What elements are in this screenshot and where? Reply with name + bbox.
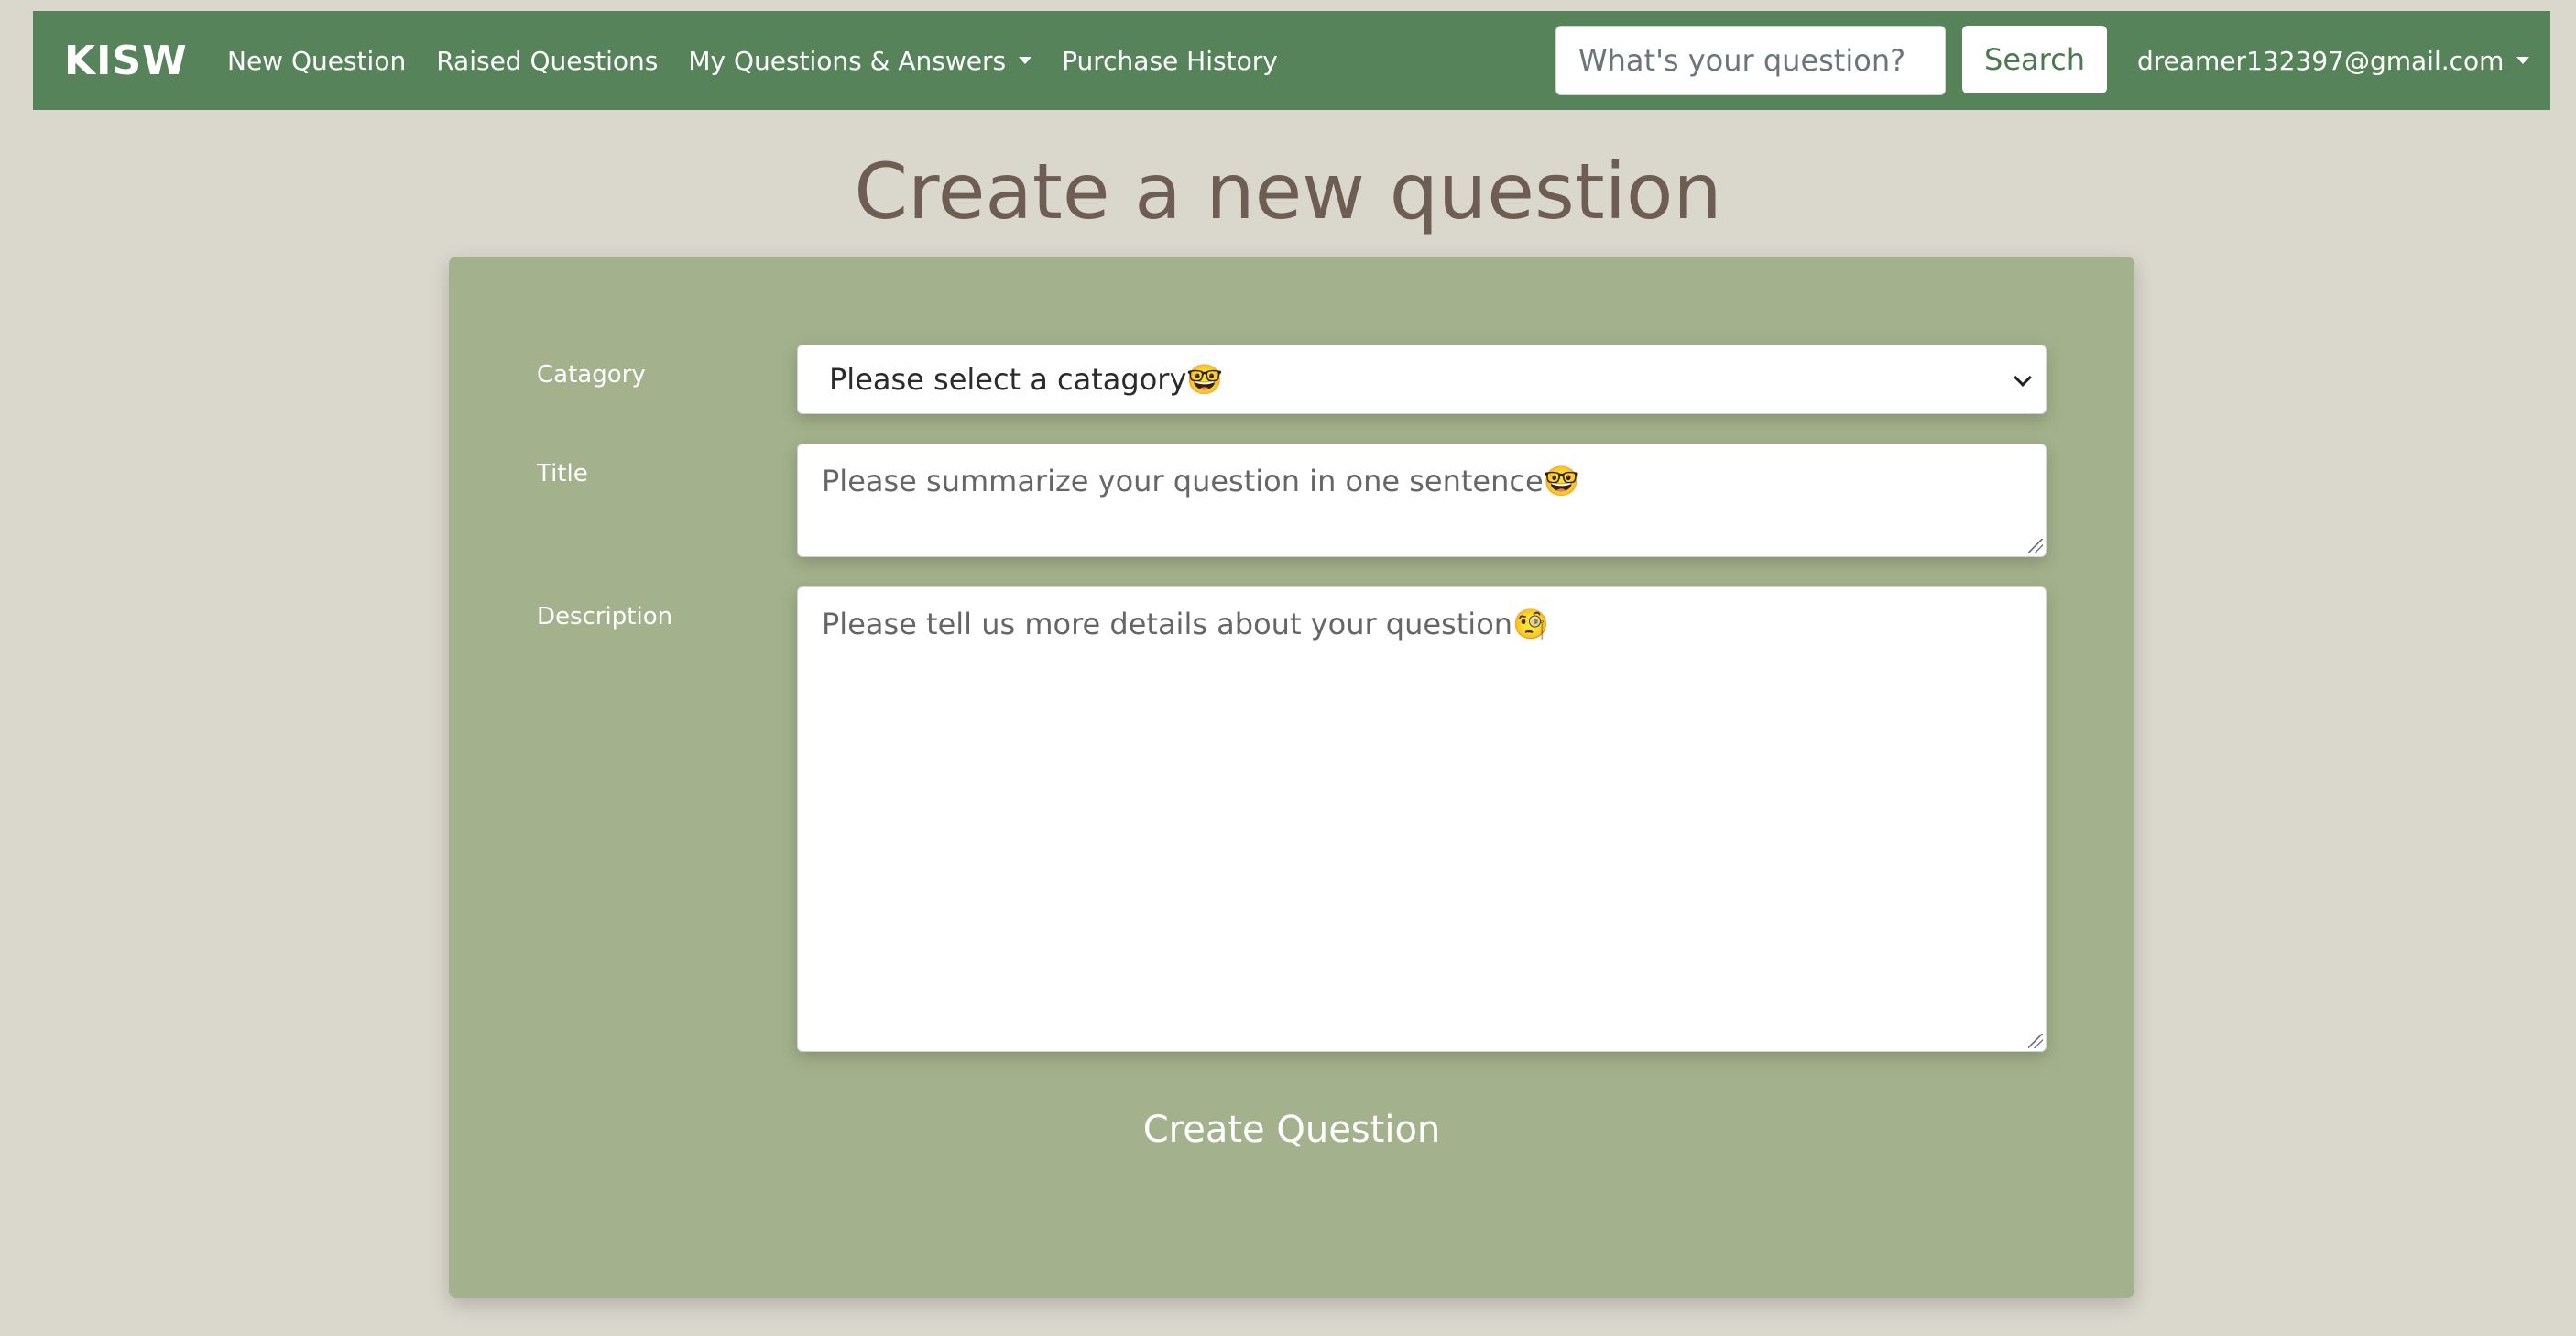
nav-link-raised-questions[interactable]: Raised Questions (436, 46, 658, 76)
nav-link-new-question[interactable]: New Question (227, 46, 406, 76)
category-selected-value: Please select a catagory🤓 (829, 362, 1224, 397)
nav-link-purchase-history[interactable]: Purchase History (1062, 46, 1278, 76)
nav-dropdown-label: My Questions & Answers (688, 45, 1007, 76)
page-title: Create a new question (854, 147, 1722, 236)
title-textarea[interactable] (797, 444, 2047, 557)
nav-dropdown-my-questions-answers[interactable]: My Questions & Answers (688, 45, 1032, 76)
search-input[interactable] (1555, 26, 1946, 95)
description-label: Description (537, 603, 673, 630)
create-question-button[interactable]: Create Question (449, 1109, 2134, 1151)
category-label: Catagory (537, 361, 646, 389)
title-label: Title (537, 460, 588, 487)
resize-grip-icon[interactable] (2028, 539, 2043, 553)
brand-logo[interactable]: KISW (64, 11, 188, 110)
description-textarea[interactable] (797, 586, 2047, 1052)
new-question-form-card: Catagory Please select a catagory🤓 Title… (449, 257, 2134, 1298)
search-button[interactable]: Search (1962, 26, 2107, 93)
user-menu-dropdown[interactable]: dreamer132397@gmail.com (2137, 11, 2530, 110)
caret-down-icon (1019, 57, 1032, 64)
category-select[interactable]: Please select a catagory🤓 (797, 345, 2047, 414)
caret-down-icon (2516, 57, 2530, 64)
user-email: dreamer132397@gmail.com (2137, 45, 2505, 76)
nav-links: New Question Raised Questions My Questio… (227, 11, 1308, 110)
resize-grip-icon[interactable] (2028, 1034, 2043, 1048)
chevron-down-icon (2014, 368, 2032, 387)
top-navbar: KISW New Question Raised Questions My Qu… (33, 11, 2550, 110)
